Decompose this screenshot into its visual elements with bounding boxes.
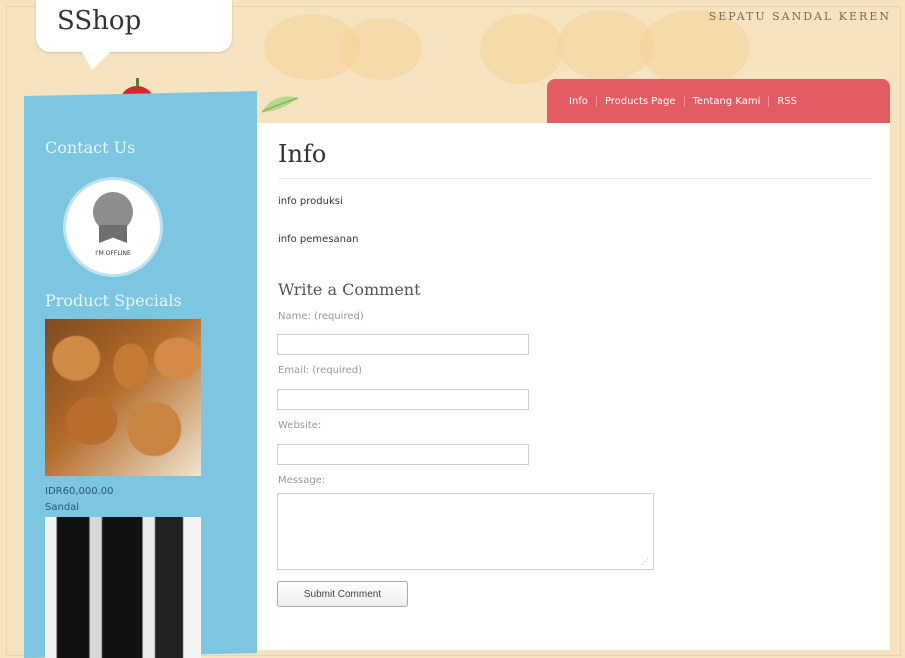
nav-item-info[interactable]: Info bbox=[561, 96, 596, 107]
top-nav: Info Products Page Tentang Kami RSS bbox=[547, 79, 890, 123]
boots-product-image[interactable] bbox=[45, 517, 201, 658]
nav-item-rss[interactable]: RSS bbox=[768, 95, 805, 107]
resize-handle-icon[interactable]: ⋰ bbox=[641, 557, 649, 566]
name-field[interactable] bbox=[277, 334, 529, 355]
contact-us-heading: Contact Us bbox=[45, 138, 136, 157]
nav-item-products-page[interactable]: Products Page bbox=[595, 95, 684, 107]
sidebar: Contact Us I'M OFFLINE Product Specials … bbox=[24, 120, 257, 658]
nav-item-tentang-kami[interactable]: Tentang Kami bbox=[683, 95, 769, 107]
status-badge-text: I'M OFFLINE bbox=[95, 250, 131, 257]
sandal-product-image[interactable] bbox=[45, 319, 201, 476]
page-title: Info bbox=[278, 140, 327, 168]
info-produksi-text: info produksi bbox=[278, 196, 343, 207]
product-specials-heading: Product Specials bbox=[45, 291, 182, 310]
submit-comment-button[interactable]: Submit Comment bbox=[277, 581, 408, 607]
info-pemesanan-text: info pemesanan bbox=[278, 234, 359, 245]
message-label: Message: bbox=[278, 475, 326, 486]
email-field[interactable] bbox=[277, 389, 529, 410]
name-label: Name: (required) bbox=[278, 311, 364, 322]
site-logo[interactable]: SShop bbox=[57, 6, 141, 36]
main-content: Info info produksi info pemesanan Write … bbox=[257, 123, 890, 650]
ribbon-icon bbox=[99, 225, 127, 243]
message-textarea[interactable]: ⋰ bbox=[277, 493, 654, 570]
email-label: Email: (required) bbox=[278, 365, 362, 376]
title-divider bbox=[278, 178, 872, 179]
product-price: IDR60,000.00 bbox=[45, 486, 114, 497]
website-field[interactable] bbox=[277, 444, 529, 465]
leaf-icon bbox=[261, 96, 299, 113]
product-name[interactable]: Sandal bbox=[45, 502, 79, 513]
comment-form-title: Write a Comment bbox=[278, 280, 421, 299]
website-label: Website: bbox=[278, 420, 322, 431]
site-tagline: SEPATU SANDAL KEREN bbox=[708, 10, 891, 23]
offline-status-badge[interactable]: I'M OFFLINE bbox=[66, 180, 160, 274]
